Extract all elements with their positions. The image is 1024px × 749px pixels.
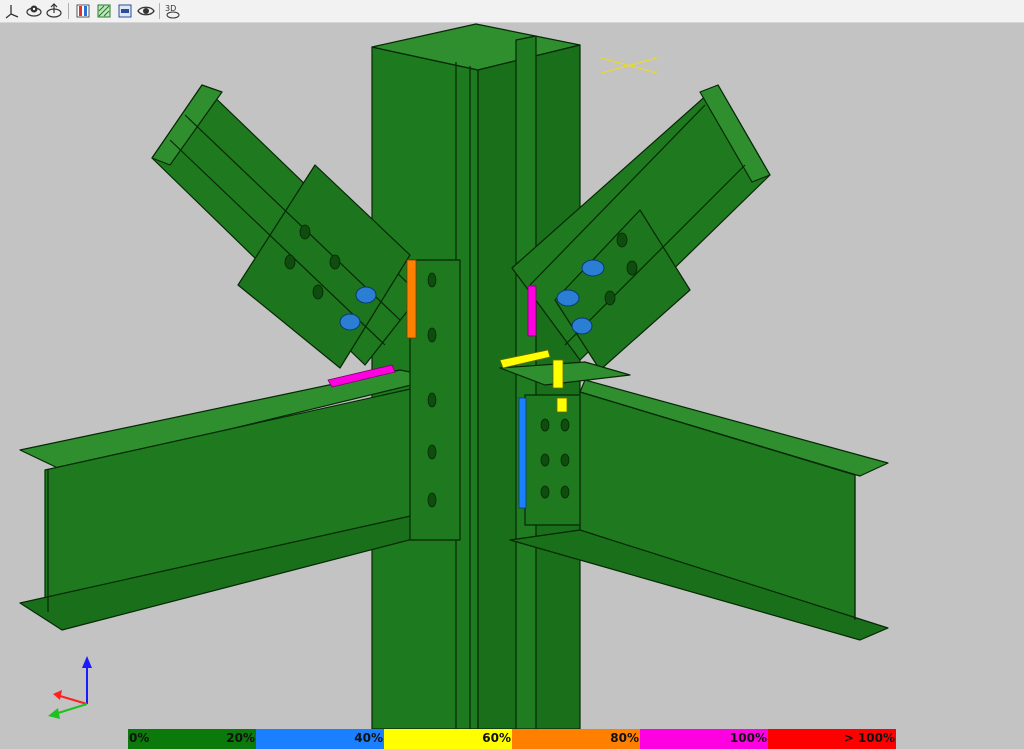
weld-orange: [406, 259, 417, 339]
plate-view-icon: [118, 4, 132, 18]
visibility-button[interactable]: [137, 2, 155, 20]
toolbar: 3D: [0, 0, 1024, 23]
legend-segment: 0% 20%: [128, 729, 256, 749]
legend-segment: 80%: [512, 729, 640, 749]
rotate-view-icon: [46, 3, 62, 18]
3d-model-viewport[interactable]: [0, 23, 1024, 729]
legend-segment: 100%: [640, 729, 768, 749]
legend-label: 40%: [354, 731, 383, 745]
weld-yellow-2: [552, 359, 564, 389]
legend-label: > 100%: [843, 731, 895, 745]
legend-label: 100%: [729, 731, 767, 745]
plate-view-button[interactable]: [116, 2, 134, 20]
3d-view-icon: 3D: [165, 4, 180, 19]
stress-view-button[interactable]: [95, 2, 113, 20]
stress-legend: 0% 20% 40% 60% 80% 100% > 100%: [128, 729, 896, 749]
legend-label: 80%: [610, 731, 639, 745]
legend-segment: 60%: [384, 729, 512, 749]
rotate-view-button[interactable]: [45, 2, 63, 20]
member-view-icon: [76, 4, 90, 18]
legend-label: 0%: [129, 731, 150, 745]
legend-label: 20%: [226, 731, 255, 745]
weld-yellow-3: [556, 397, 568, 413]
orbit-eye-button[interactable]: [25, 2, 43, 20]
legend-label: 60%: [482, 731, 511, 745]
weld-magenta-right: [527, 285, 537, 337]
axis-triad: [48, 656, 92, 719]
member-view-button[interactable]: [74, 2, 92, 20]
legend-segment: > 100%: [768, 729, 896, 749]
toolbar-separator: [159, 3, 160, 19]
legend-segment: 40%: [256, 729, 384, 749]
shear-plate-right: [524, 394, 581, 526]
weld-blue: [518, 397, 527, 509]
origin-marker: [600, 57, 658, 74]
axes-view-button[interactable]: [3, 2, 21, 20]
toolbar-separator: [68, 3, 69, 19]
axes-view-icon: [5, 5, 19, 19]
visibility-eye-icon: [137, 6, 155, 16]
3d-view-button[interactable]: 3D: [164, 2, 182, 20]
orbit-eye-icon: [26, 5, 42, 17]
stress-view-icon: [97, 4, 111, 18]
